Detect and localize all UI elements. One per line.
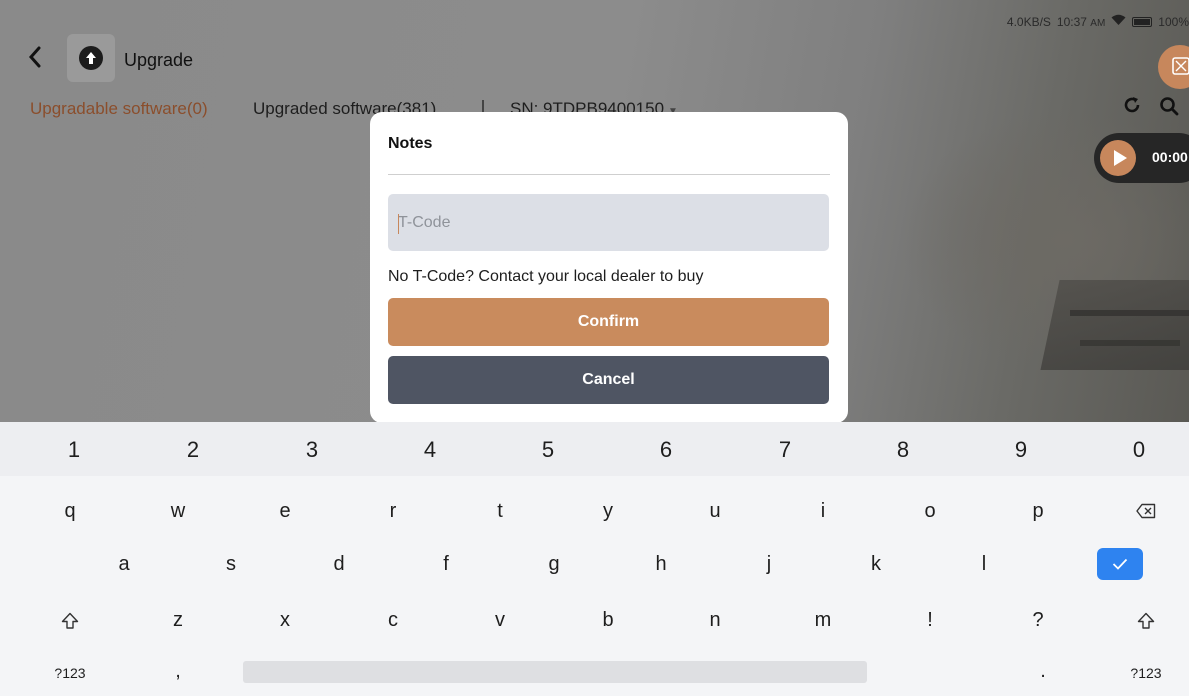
clock: 10:37 AM (1057, 15, 1105, 29)
symbols-key-left[interactable]: ?123 (54, 665, 85, 681)
shift-key-left[interactable] (61, 612, 79, 630)
t-code-input[interactable] (388, 194, 829, 251)
period-key[interactable]: . (1040, 660, 1046, 683)
clock-ampm: AM (1090, 17, 1106, 29)
screen-recorder-widget[interactable]: 00:00 (1094, 133, 1189, 183)
symbols-key-right[interactable]: ?123 (1130, 665, 1161, 681)
key-z[interactable]: z (173, 609, 183, 632)
backspace-key[interactable] (1136, 502, 1156, 525)
shift-icon (1137, 612, 1155, 629)
key-v[interactable]: v (495, 609, 505, 632)
keyboard-number-row: 1 2 3 4 5 6 7 8 9 0 (0, 422, 1189, 476)
key-j[interactable]: j (767, 553, 771, 576)
background-image-detail (1080, 340, 1180, 346)
key-o[interactable]: o (924, 500, 935, 523)
chevron-left-icon (28, 46, 41, 68)
key-t[interactable]: t (497, 500, 503, 523)
key-g[interactable]: g (548, 553, 559, 576)
floating-tool-button[interactable] (1158, 45, 1189, 89)
search-button[interactable] (1159, 96, 1179, 121)
dialog-title: Notes (388, 135, 433, 152)
clock-time: 10:37 (1056, 14, 1087, 29)
key-p[interactable]: p (1032, 500, 1043, 523)
space-bar[interactable] (243, 661, 867, 683)
key-r[interactable]: r (390, 500, 397, 523)
backspace-icon (1136, 503, 1156, 519)
key-q[interactable]: q (64, 500, 75, 523)
key-8[interactable]: 8 (897, 437, 909, 463)
text-cursor (398, 214, 399, 234)
key-f[interactable]: f (443, 553, 449, 576)
key-1[interactable]: 1 (68, 437, 80, 463)
network-speed: 4.0KB/S (1006, 14, 1051, 29)
key-w[interactable]: w (171, 500, 185, 523)
key-l[interactable]: l (982, 553, 986, 576)
key-x[interactable]: x (280, 609, 290, 632)
recorder-time: 00:00 (1152, 149, 1188, 165)
background-image-detail (1070, 310, 1189, 316)
comma-key[interactable]: , (175, 660, 181, 683)
key-5[interactable]: 5 (542, 437, 554, 463)
key-h[interactable]: h (655, 553, 666, 576)
key-c[interactable]: c (388, 609, 398, 632)
cancel-button[interactable]: Cancel (388, 356, 829, 404)
screenshot-icon (1172, 57, 1189, 75)
key-i[interactable]: i (821, 500, 825, 523)
wifi-icon (1111, 14, 1126, 29)
search-icon (1160, 97, 1179, 116)
key-m[interactable]: m (815, 609, 832, 632)
refresh-button[interactable] (1122, 95, 1142, 121)
upgrade-app-icon (67, 34, 115, 82)
key-exclamation[interactable]: ! (927, 609, 933, 632)
key-b[interactable]: b (602, 609, 613, 632)
key-e[interactable]: e (279, 500, 290, 523)
key-a[interactable]: a (118, 553, 129, 576)
key-6[interactable]: 6 (660, 437, 672, 463)
key-0[interactable]: 0 (1133, 437, 1145, 463)
status-bar: 4.0KB/S 10:37 AM 100% (1007, 14, 1189, 29)
enter-key[interactable] (1097, 548, 1143, 580)
key-4[interactable]: 4 (424, 437, 436, 463)
key-n[interactable]: n (709, 609, 720, 632)
dialog-hint: No T-Code? Contact your local dealer to … (388, 268, 704, 285)
arrow-up-icon (86, 52, 96, 64)
notes-dialog: Notes No T-Code? Contact your local deal… (370, 112, 848, 423)
key-question[interactable]: ? (1032, 609, 1043, 632)
shift-icon (61, 612, 79, 629)
on-screen-keyboard: 1 2 3 4 5 6 7 8 9 0 q w e r t y u i o p … (0, 422, 1189, 696)
page-title: Upgrade (124, 50, 194, 70)
background-image-detail (1040, 280, 1189, 370)
battery-level: 100% (1158, 14, 1189, 29)
key-3[interactable]: 3 (306, 437, 318, 463)
key-9[interactable]: 9 (1015, 437, 1027, 463)
key-s[interactable]: s (226, 553, 236, 576)
key-y[interactable]: y (603, 500, 613, 523)
play-icon[interactable] (1100, 140, 1136, 176)
key-2[interactable]: 2 (187, 437, 199, 463)
refresh-icon (1124, 97, 1140, 113)
confirm-button[interactable]: Confirm (388, 298, 829, 346)
check-icon (1112, 558, 1128, 570)
key-u[interactable]: u (709, 500, 720, 523)
key-d[interactable]: d (333, 553, 344, 576)
shift-key-right[interactable] (1137, 612, 1155, 630)
tab-upgradable-software[interactable]: Upgradable software(0) (30, 99, 208, 119)
battery-icon (1132, 16, 1153, 27)
key-7[interactable]: 7 (779, 437, 791, 463)
dialog-divider (388, 174, 830, 175)
key-k[interactable]: k (871, 553, 881, 576)
back-button[interactable] (28, 44, 42, 74)
